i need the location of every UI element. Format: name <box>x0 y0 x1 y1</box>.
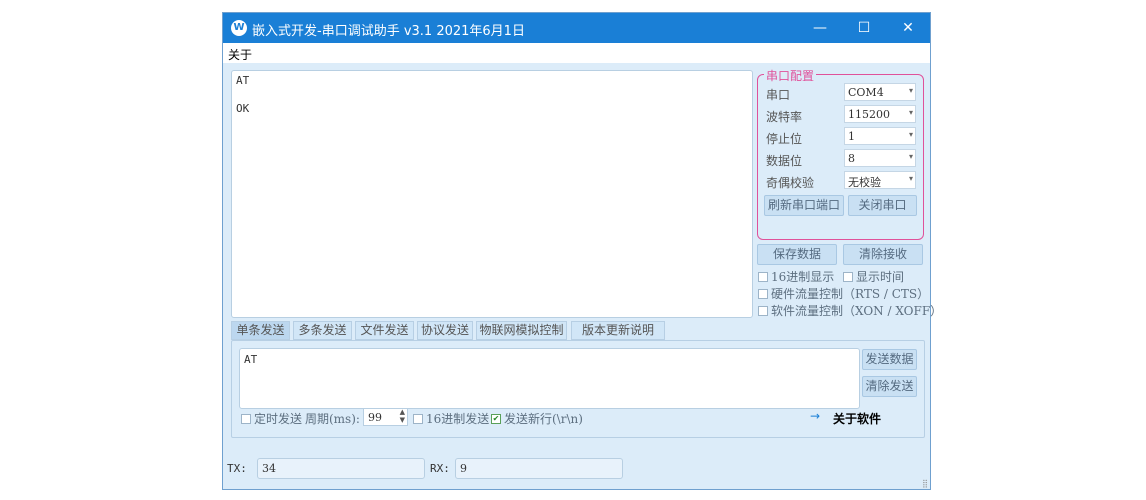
stopbits-label: 停止位 <box>766 132 803 146</box>
chevron-down-icon: ▾ <box>908 152 913 161</box>
baud-value: 115200 <box>848 108 890 121</box>
parity-value: 无校验 <box>848 176 881 189</box>
app-logo-icon: W <box>231 20 247 36</box>
send-data-button[interactable]: 发送数据 <box>862 349 917 370</box>
period-value: 99 <box>368 411 382 424</box>
spin-down-icon[interactable]: ▼ <box>400 416 405 424</box>
baud-label: 波特率 <box>766 110 803 124</box>
send-newline-label: 发送新行(\r\n) <box>504 412 583 426</box>
tab-iot-control[interactable]: 物联网模拟控制 <box>476 321 567 340</box>
serial-config-legend: 串口配置 <box>764 67 817 84</box>
checkbox-icon <box>758 271 768 282</box>
resize-grip-icon[interactable]: ⣿ <box>922 479 928 488</box>
menu-item-about[interactable]: 关于 <box>228 46 252 63</box>
port-label: 串口 <box>766 88 791 102</box>
config-row-parity: 奇偶校验 无校验 ▾ <box>764 171 920 191</box>
receive-textarea[interactable]: AT OK <box>231 70 753 318</box>
send-panel: AT 发送数据 清除发送 定时发送 周期(ms): 99 ▲ ▼ 16进制发送 … <box>231 340 925 438</box>
tx-label: TX: <box>227 462 247 475</box>
config-row-stopbits: 停止位 1 ▾ <box>764 127 920 147</box>
hardware-flow-label: 硬件流量控制（RTS / CTS） <box>771 287 930 301</box>
baud-select[interactable]: 115200 ▾ <box>844 105 916 123</box>
send-newline-checkbox[interactable]: ✔ 发送新行(\r\n) <box>491 410 583 427</box>
software-flow-checkbox[interactable]: 软件流量控制（XON / XOFF） <box>758 302 942 319</box>
rx-count-field: 9 <box>455 458 623 479</box>
rx-label: RX: <box>430 462 450 475</box>
config-row-databits: 数据位 8 ▾ <box>764 149 920 169</box>
save-data-button[interactable]: 保存数据 <box>757 244 837 265</box>
hex-display-checkbox[interactable]: 16进制显示 <box>758 268 834 285</box>
rx-count-value: 9 <box>460 462 467 475</box>
software-flow-label: 软件流量控制（XON / XOFF） <box>771 304 943 318</box>
maximize-button[interactable]: ☐ <box>842 13 886 43</box>
chevron-down-icon: ▾ <box>908 130 913 139</box>
parity-label: 奇偶校验 <box>766 176 815 190</box>
checkbox-icon <box>758 288 768 299</box>
window-title: 嵌入式开发-串口调试助手 v3.1 2021年6月1日 <box>252 24 525 39</box>
chevron-down-icon: ▾ <box>908 174 913 183</box>
hex-display-label: 16进制显示 <box>771 270 835 284</box>
receive-line: AT <box>236 74 250 87</box>
period-spinbox[interactable]: 99 ▲ ▼ <box>363 408 408 426</box>
app-window: W 嵌入式开发-串口调试助手 v3.1 2021年6月1日 — ☐ ✕ 关于 A… <box>222 12 942 490</box>
close-port-button[interactable]: 关闭串口 <box>848 195 917 216</box>
port-value: COM4 <box>848 86 884 99</box>
checkbox-icon <box>843 271 853 282</box>
databits-select[interactable]: 8 ▾ <box>844 149 916 167</box>
minimize-button[interactable]: — <box>798 13 842 43</box>
config-row-port: 串口 COM4 ▾ <box>764 83 920 103</box>
chevron-down-icon: ▾ <box>908 108 913 117</box>
arrow-right-icon: → <box>810 409 821 423</box>
checkbox-icon <box>241 413 251 424</box>
config-row-baud: 波特率 115200 ▾ <box>764 105 920 125</box>
checkbox-icon <box>413 413 423 424</box>
send-text: AT <box>244 353 258 366</box>
tx-count-field: 34 <box>257 458 425 479</box>
checkmark-icon: ✔ <box>491 413 501 424</box>
serial-config-group: 串口配置 串口 COM4 ▾ 波特率 115200 ▾ 停止位 1 ▾ 数据位 <box>757 67 924 240</box>
tab-single-send[interactable]: 单条发送 <box>231 321 290 340</box>
clear-send-button[interactable]: 清除发送 <box>862 376 917 397</box>
tab-protocol-send[interactable]: 协议发送 <box>417 321 473 340</box>
timed-send-label: 定时发送 <box>254 412 303 426</box>
stopbits-select[interactable]: 1 ▾ <box>844 127 916 145</box>
menu-bar: 关于 <box>223 43 930 63</box>
databits-value: 8 <box>848 152 855 165</box>
about-software-link[interactable]: 关于软件 <box>833 410 881 427</box>
clear-receive-button[interactable]: 清除接收 <box>843 244 923 265</box>
hex-send-label: 16进制发送 <box>426 412 490 426</box>
tx-count-value: 34 <box>262 462 276 475</box>
period-label: 周期(ms): <box>305 412 360 426</box>
show-time-checkbox[interactable]: 显示时间 <box>843 268 904 285</box>
checkbox-icon <box>758 305 768 316</box>
stopbits-value: 1 <box>848 130 855 143</box>
tab-multi-send[interactable]: 多条发送 <box>293 321 352 340</box>
parity-select[interactable]: 无校验 ▾ <box>844 171 916 189</box>
receive-line: OK <box>236 102 250 115</box>
refresh-ports-button[interactable]: 刷新串口端口 <box>764 195 844 216</box>
spin-up-icon[interactable]: ▲ <box>400 408 405 416</box>
title-bar[interactable]: W 嵌入式开发-串口调试助手 v3.1 2021年6月1日 — ☐ ✕ <box>223 13 930 43</box>
send-textarea[interactable]: AT <box>239 348 860 409</box>
databits-label: 数据位 <box>766 154 803 168</box>
hardware-flow-checkbox[interactable]: 硬件流量控制（RTS / CTS） <box>758 285 929 302</box>
chevron-down-icon: ▾ <box>908 86 913 95</box>
tab-file-send[interactable]: 文件发送 <box>355 321 414 340</box>
close-button[interactable]: ✕ <box>886 13 930 43</box>
tab-version-notes[interactable]: 版本更新说明 <box>571 321 665 340</box>
show-time-label: 显示时间 <box>856 270 905 284</box>
port-select[interactable]: COM4 ▾ <box>844 83 916 101</box>
hex-send-checkbox[interactable]: 16进制发送 <box>413 410 489 427</box>
timed-send-checkbox[interactable]: 定时发送 <box>241 410 302 427</box>
